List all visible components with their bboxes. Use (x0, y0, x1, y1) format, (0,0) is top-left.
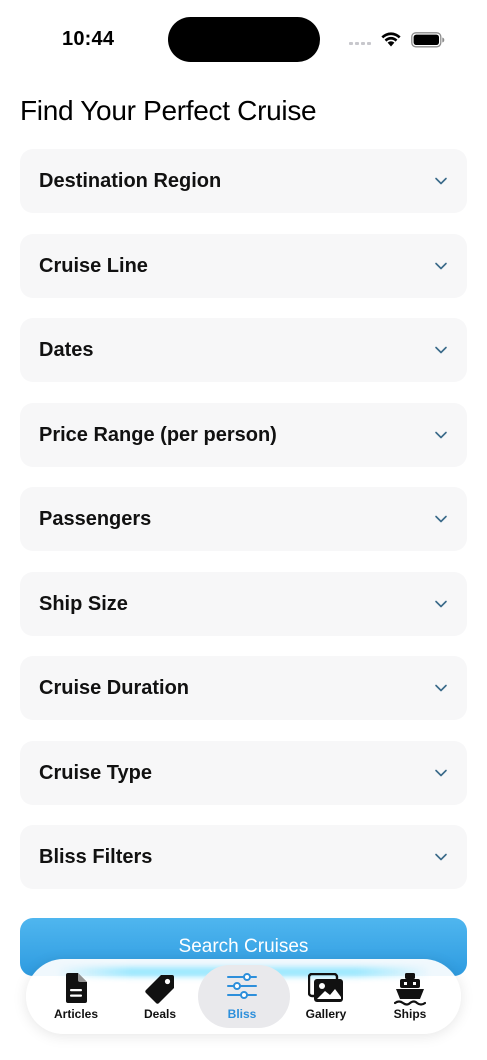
filter-label: Cruise Line (39, 254, 148, 277)
filter-ship-size[interactable]: Ship Size (20, 571, 467, 636)
filter-passengers[interactable]: Passengers (20, 487, 467, 551)
tab-label: Ships (393, 1007, 427, 1021)
cellular-signal-icon (349, 42, 373, 46)
document-icon (66, 973, 87, 1003)
page-title: Find Your Perfect Cruise (20, 95, 317, 126)
chevron-down-icon (435, 769, 447, 776)
filter-dates[interactable]: Dates (20, 318, 467, 382)
dynamic-island (168, 17, 320, 62)
battery-icon (411, 32, 445, 48)
filter-price-range[interactable]: Price Range (per person) (20, 402, 467, 467)
chevron-down-icon (435, 177, 447, 185)
sliders-icon (227, 973, 257, 999)
status-bar: 10:44 (0, 0, 487, 80)
filter-cruise-duration[interactable]: Cruise Duration (20, 656, 467, 720)
filter-label: Cruise Type (39, 761, 152, 784)
filter-label: Price Range (per person) (39, 423, 277, 446)
filter-destination-region[interactable]: Destination Region (20, 149, 467, 213)
tab-label: Gallery (305, 1007, 347, 1021)
chevron-down-icon (435, 515, 447, 523)
tab-gallery[interactable]: Gallery (282, 959, 370, 1034)
filter-label: Cruise Duration (39, 677, 190, 699)
filter-bliss-filters[interactable]: Bliss Filters (20, 825, 467, 889)
wifi-icon (381, 32, 401, 47)
filter-list: Destination Region Cruise Line Dates Pri… (20, 149, 467, 910)
tab-bar: Articles Deals Bliss Gallery Ships (26, 959, 461, 1034)
filter-label: Ship Size (39, 592, 128, 615)
filter-cruise-line[interactable]: Cruise Line (20, 233, 467, 298)
tab-label: Articles (53, 1007, 99, 1021)
chevron-down-icon (435, 853, 447, 861)
ship-icon (394, 973, 426, 1006)
chevron-down-icon (435, 346, 447, 354)
tab-label: Deals (143, 1007, 177, 1021)
tab-label: Bliss (227, 1007, 257, 1021)
chevron-down-icon (435, 600, 447, 607)
tag-icon (145, 975, 174, 1004)
filter-cruise-type[interactable]: Cruise Type (20, 740, 467, 805)
filter-label: Bliss Filters (39, 846, 153, 868)
filter-label: Passengers (39, 508, 152, 530)
chevron-down-icon (435, 262, 447, 269)
status-time: 10:44 (62, 28, 115, 50)
chevron-down-icon (435, 431, 447, 438)
tab-bliss[interactable]: Bliss (198, 959, 290, 1034)
photos-icon (308, 973, 343, 1002)
filter-label: Destination Region (39, 170, 222, 192)
filter-label: Dates (39, 339, 94, 361)
tab-deals[interactable]: Deals (116, 959, 204, 1034)
tab-ships[interactable]: Ships (366, 959, 454, 1034)
tab-articles[interactable]: Articles (32, 959, 120, 1034)
chevron-down-icon (435, 684, 447, 692)
